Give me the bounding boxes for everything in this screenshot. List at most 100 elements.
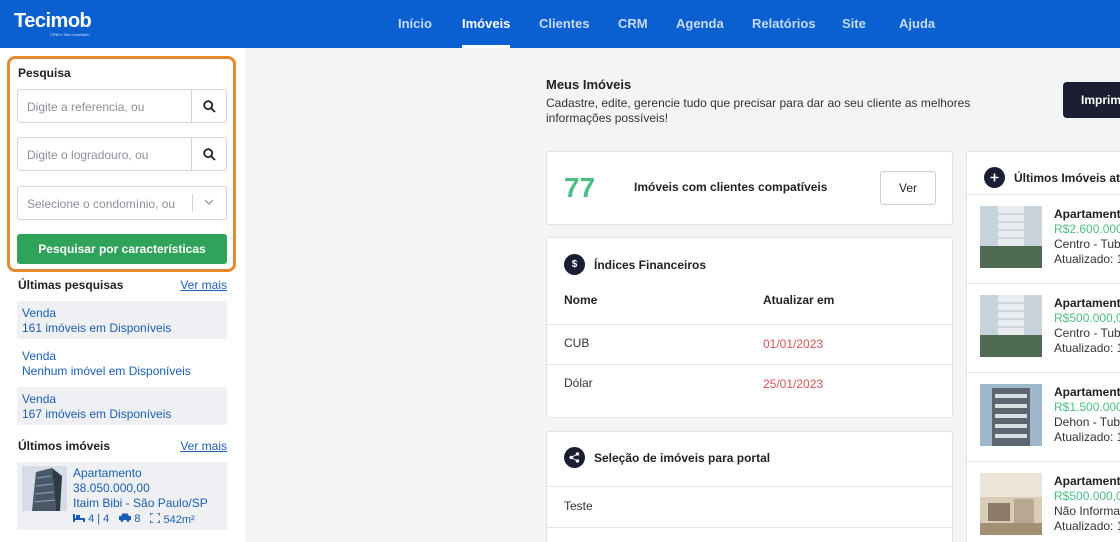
- reference-search-input[interactable]: Digite a referencia, ou: [27, 100, 144, 114]
- index-name: Dólar: [564, 376, 593, 390]
- property-photo: [980, 206, 1042, 268]
- garage-feature: 8: [119, 513, 140, 526]
- index-update-date: 25/01/2023: [763, 377, 824, 391]
- property-type: Apartament: [1054, 385, 1120, 399]
- property-updated: Atualizado: 1: [1054, 519, 1120, 533]
- compatible-label: Imóveis com clientes compatíveis: [634, 180, 828, 194]
- nav-item-clientes[interactable]: Clientes: [539, 0, 590, 48]
- share-icon: [564, 447, 585, 468]
- index-update-date: 01/01/2023: [763, 337, 824, 351]
- property-updated: Atualizado: 1: [1054, 252, 1120, 266]
- property-location: Centro - Tub: [1054, 237, 1120, 251]
- recent-searches-more-link[interactable]: Ver mais: [180, 278, 227, 292]
- nav-item-inicio[interactable]: Início: [398, 0, 432, 48]
- recent-update-info: Apartament R$2.600.000, Centro - Tub Atu…: [1054, 207, 1120, 267]
- recent-update-item[interactable]: Apartament R$2.600.000, Centro - Tub Atu…: [967, 194, 1120, 283]
- street-search-button[interactable]: [191, 138, 226, 170]
- compatible-clients-card: 77 Imóveis com clientes compatíveis Ver: [546, 151, 953, 225]
- property-photo: [980, 384, 1042, 446]
- property-updated: Atualizado: 1: [1054, 341, 1120, 355]
- index-name: CUB: [564, 336, 590, 350]
- recent-search-item[interactable]: Venda Nenhum imóvel em Disponíveis: [17, 344, 227, 382]
- reference-search-button[interactable]: [191, 90, 226, 122]
- recent-property-card[interactable]: Apartamento 38.050.000,00 Itaim Bibi - S…: [17, 462, 227, 530]
- portal-selection-title: Seleção de imóveis para portal: [594, 451, 771, 465]
- page-title: Meus Imóveis: [546, 77, 632, 92]
- property-location: Dehon - Tuba: [1054, 415, 1120, 429]
- print-button[interactable]: Imprim: [1063, 82, 1120, 118]
- property-photo: [980, 473, 1042, 535]
- street-search-input[interactable]: Digite o logradouro, ou: [27, 148, 148, 162]
- area-value: 542m²: [163, 514, 195, 526]
- property-type: Apartamento: [73, 466, 142, 480]
- recent-search-type: Venda: [22, 349, 57, 363]
- recent-update-info: Apartament R$500.000,0 Centro - Tub Atua…: [1054, 296, 1120, 356]
- nav-item-crm[interactable]: CRM: [618, 0, 648, 48]
- street-search-field[interactable]: Digite o logradouro, ou: [17, 137, 227, 171]
- property-location: Itaim Bibi - São Paulo/SP: [73, 496, 208, 510]
- recent-searches-title: Últimas pesquisas: [18, 278, 124, 292]
- recent-search-result: 167 imóveis em Disponíveis: [22, 407, 172, 421]
- recent-search-type: Venda: [22, 392, 57, 406]
- property-photo: [980, 295, 1042, 357]
- chevron-down-icon[interactable]: [203, 196, 215, 208]
- nav-item-site[interactable]: Site: [842, 0, 866, 48]
- plus-icon[interactable]: [984, 167, 1005, 188]
- reference-search-field[interactable]: Digite a referencia, ou: [17, 89, 227, 123]
- row-divider: [547, 527, 952, 528]
- row-divider: [547, 364, 952, 365]
- recent-update-item[interactable]: Apartament R$500.000,0 Não Informa Atual…: [967, 461, 1120, 542]
- bedrooms-feature: 4 | 4: [73, 513, 109, 526]
- area-feature: 542m²: [149, 512, 195, 526]
- property-type: Apartament: [1054, 207, 1120, 221]
- view-compatible-button[interactable]: Ver: [880, 171, 936, 205]
- recent-update-item[interactable]: Apartament R$500.000,0 Centro - Tub Atua…: [967, 283, 1120, 372]
- page-subtitle: Cadastre, edite, gerencie tudo que preci…: [546, 96, 971, 125]
- recent-update-item[interactable]: Apartament R$1.500.000 Dehon - Tuba Atua…: [967, 372, 1120, 461]
- nav-item-imoveis[interactable]: Imóveis: [462, 0, 511, 48]
- financial-indices-card: $ Índices Financeiros Nome Atualizar em …: [546, 237, 953, 418]
- nav-item-relatorios[interactable]: Relatórios: [752, 0, 816, 48]
- recent-update-info: Apartament R$500.000,0 Não Informa Atual…: [1054, 474, 1120, 534]
- row-divider: [547, 486, 952, 487]
- portal-selection-card: Seleção de imóveis para portal Teste: [546, 431, 953, 542]
- bed-icon: [73, 514, 85, 522]
- recent-search-item[interactable]: Venda 161 imóveis em Disponíveis: [17, 301, 227, 339]
- property-location: Centro - Tub: [1054, 326, 1120, 340]
- recent-property-info: Apartamento 38.050.000,00 Itaim Bibi - S…: [73, 466, 208, 511]
- recent-properties-more-link[interactable]: Ver mais: [180, 439, 227, 453]
- area-icon: [149, 512, 162, 524]
- search-by-characteristics-button[interactable]: Pesquisar por características: [17, 234, 227, 264]
- search-title: Pesquisa: [18, 66, 71, 80]
- recent-properties-title: Últimos imóveis: [18, 439, 111, 453]
- recent-search-type: Venda: [22, 306, 57, 320]
- top-navbar: Tecimob CRM e Site imobiliário Início Im…: [0, 0, 1120, 48]
- search-icon: [202, 99, 216, 113]
- nav-item-ajuda[interactable]: Ajuda: [899, 0, 935, 48]
- car-icon: [119, 513, 132, 522]
- property-updated: Atualizado: 1: [1054, 430, 1120, 444]
- tecimob-logo[interactable]: Tecimob: [14, 10, 92, 32]
- property-price: R$1.500.000: [1054, 400, 1120, 414]
- condominium-select[interactable]: Selecione o condomínio, ou: [17, 186, 227, 220]
- recent-updates-card: Últimos Imóveis atu Apartament R$2.600.0…: [966, 151, 1120, 542]
- nav-item-agenda[interactable]: Agenda: [676, 0, 724, 48]
- compatible-count: 77: [564, 172, 596, 203]
- property-price: R$500.000,0: [1054, 311, 1120, 325]
- property-location: Não Informa: [1054, 504, 1120, 518]
- property-price: R$2.600.000,: [1054, 222, 1120, 236]
- row-divider: [547, 324, 952, 325]
- recent-update-info: Apartament R$1.500.000 Dehon - Tuba Atua…: [1054, 385, 1120, 445]
- bedrooms-value: 4 | 4: [88, 513, 110, 525]
- dollar-icon: $: [564, 254, 585, 275]
- condominium-select-placeholder: Selecione o condomínio, ou: [27, 197, 176, 211]
- logo-tagline: CRM e Site imobiliário: [50, 32, 90, 37]
- recent-search-item[interactable]: Venda 167 imóveis em Disponíveis: [17, 387, 227, 425]
- select-divider: [192, 194, 193, 212]
- portal-selection-item[interactable]: Teste: [564, 499, 593, 513]
- recent-updates-title: Últimos Imóveis atu: [1014, 171, 1120, 185]
- property-photo: [22, 466, 67, 511]
- financial-indices-title: Índices Financeiros: [594, 258, 707, 272]
- garage-value: 8: [134, 513, 141, 525]
- property-features: 4 | 4 8 542m²: [73, 512, 195, 526]
